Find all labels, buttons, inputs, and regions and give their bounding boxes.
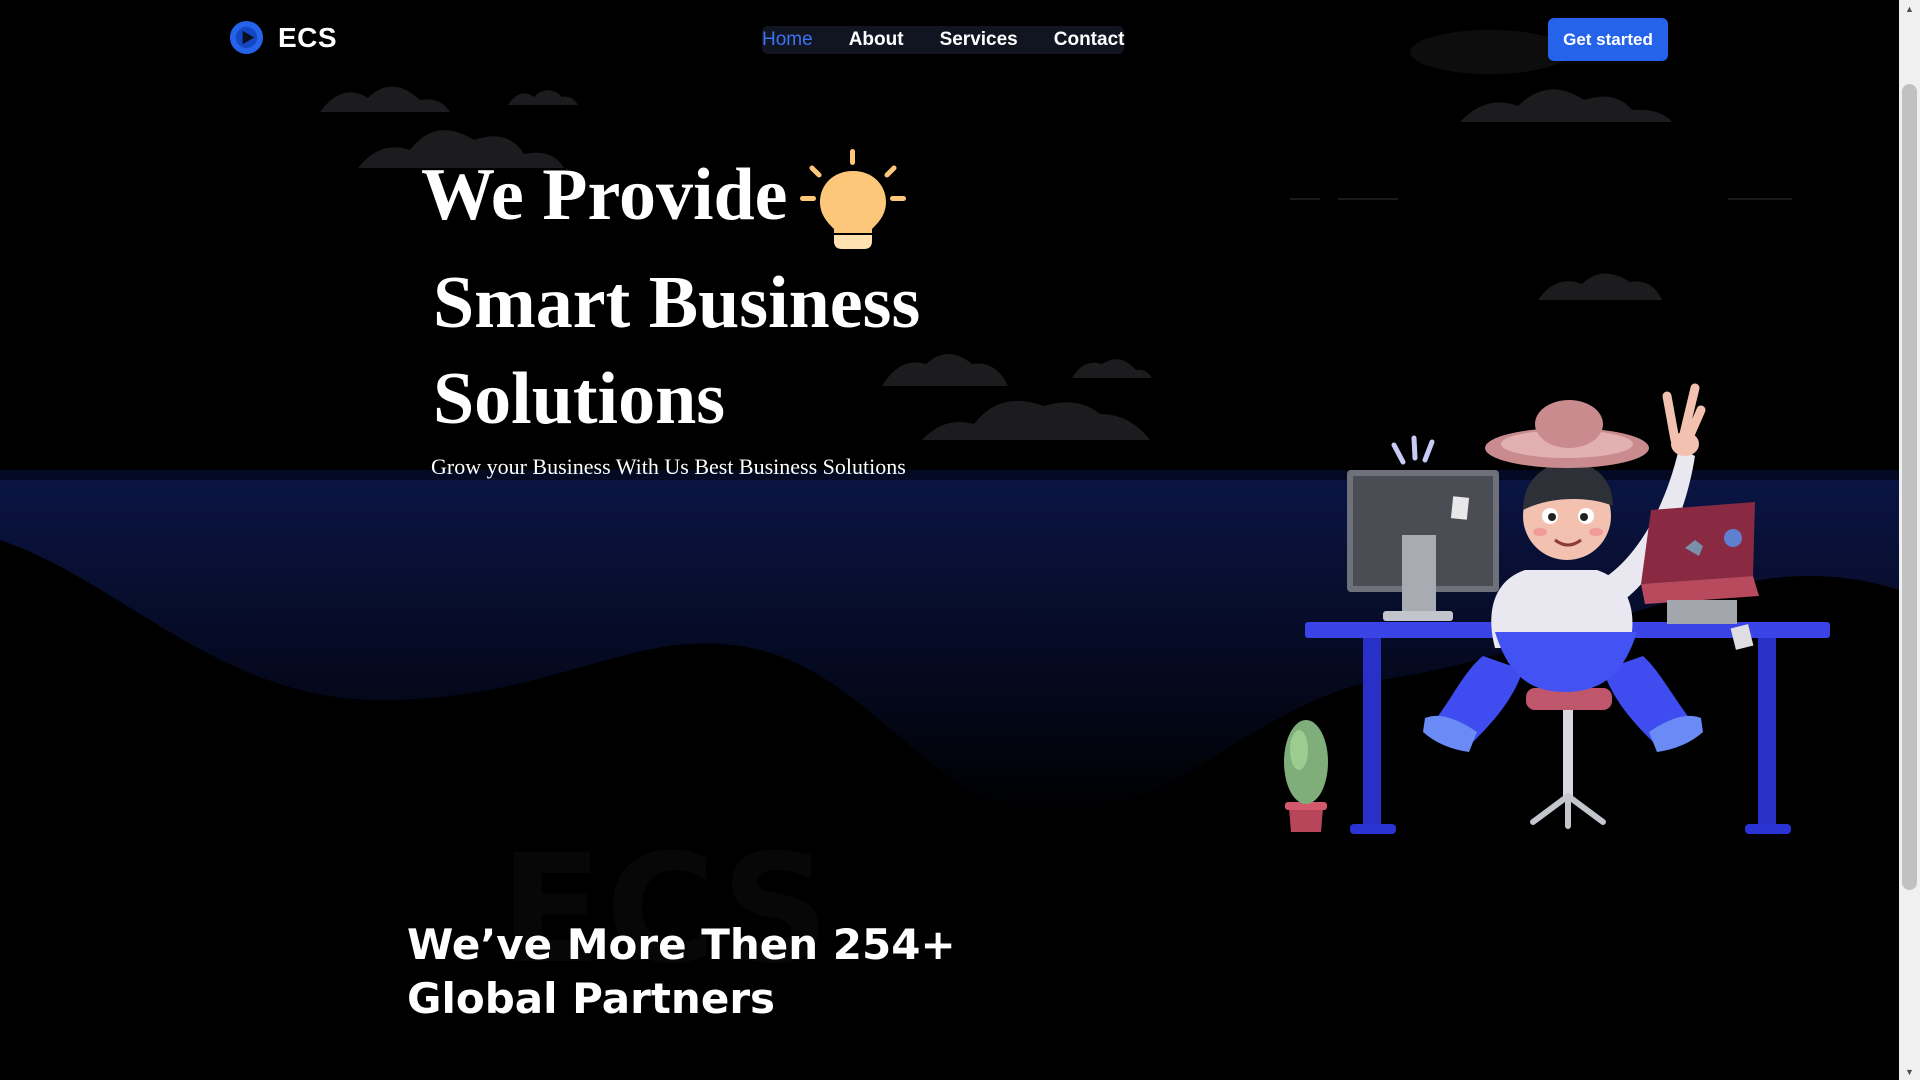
page: ECS Home About Services Contact Get star… [0,0,1899,1080]
brand[interactable]: ECS [229,20,337,55]
hero-title-line-2: Smart Business [433,262,921,344]
site-header: ECS Home About Services Contact Get star… [0,0,1899,78]
partners-title: We’ve More Then 254+ Global Partners [407,918,956,1026]
laptop-illustration [1641,502,1759,624]
brand-name: ECS [278,21,338,53]
hero-illustration [1284,383,1830,834]
chair-illustration [1526,688,1612,829]
scroll-down-arrow-icon[interactable]: ▼ [1899,1063,1920,1080]
partners-title-line-1: We’ve More Then 254+ [407,920,956,969]
nav-services[interactable]: Services [922,29,1036,51]
hero-subtitle: Grow your Business With Us Best Business… [431,454,906,479]
monitor-illustration [1347,435,1499,621]
nav-about[interactable]: About [831,29,922,51]
get-started-button[interactable]: Get started [1548,18,1668,61]
nav-home[interactable]: Home [762,29,831,51]
main-nav: Home About Services Contact [762,26,1125,54]
play-circle-icon [229,20,264,55]
hero-title-line-3: Solutions [433,358,726,440]
scroll-up-arrow-icon[interactable]: ▲ [1899,0,1920,17]
partners-title-line-2: Global Partners [407,974,776,1023]
vertical-scrollbar[interactable]: ▲ ▼ [1899,0,1920,1080]
nav-contact[interactable]: Contact [1036,29,1125,51]
hero-title-line-1: We Provide [421,154,788,236]
scrollbar-thumb[interactable] [1902,84,1917,890]
plant-illustration [1284,720,1328,832]
lightbulb-icon [800,149,906,249]
